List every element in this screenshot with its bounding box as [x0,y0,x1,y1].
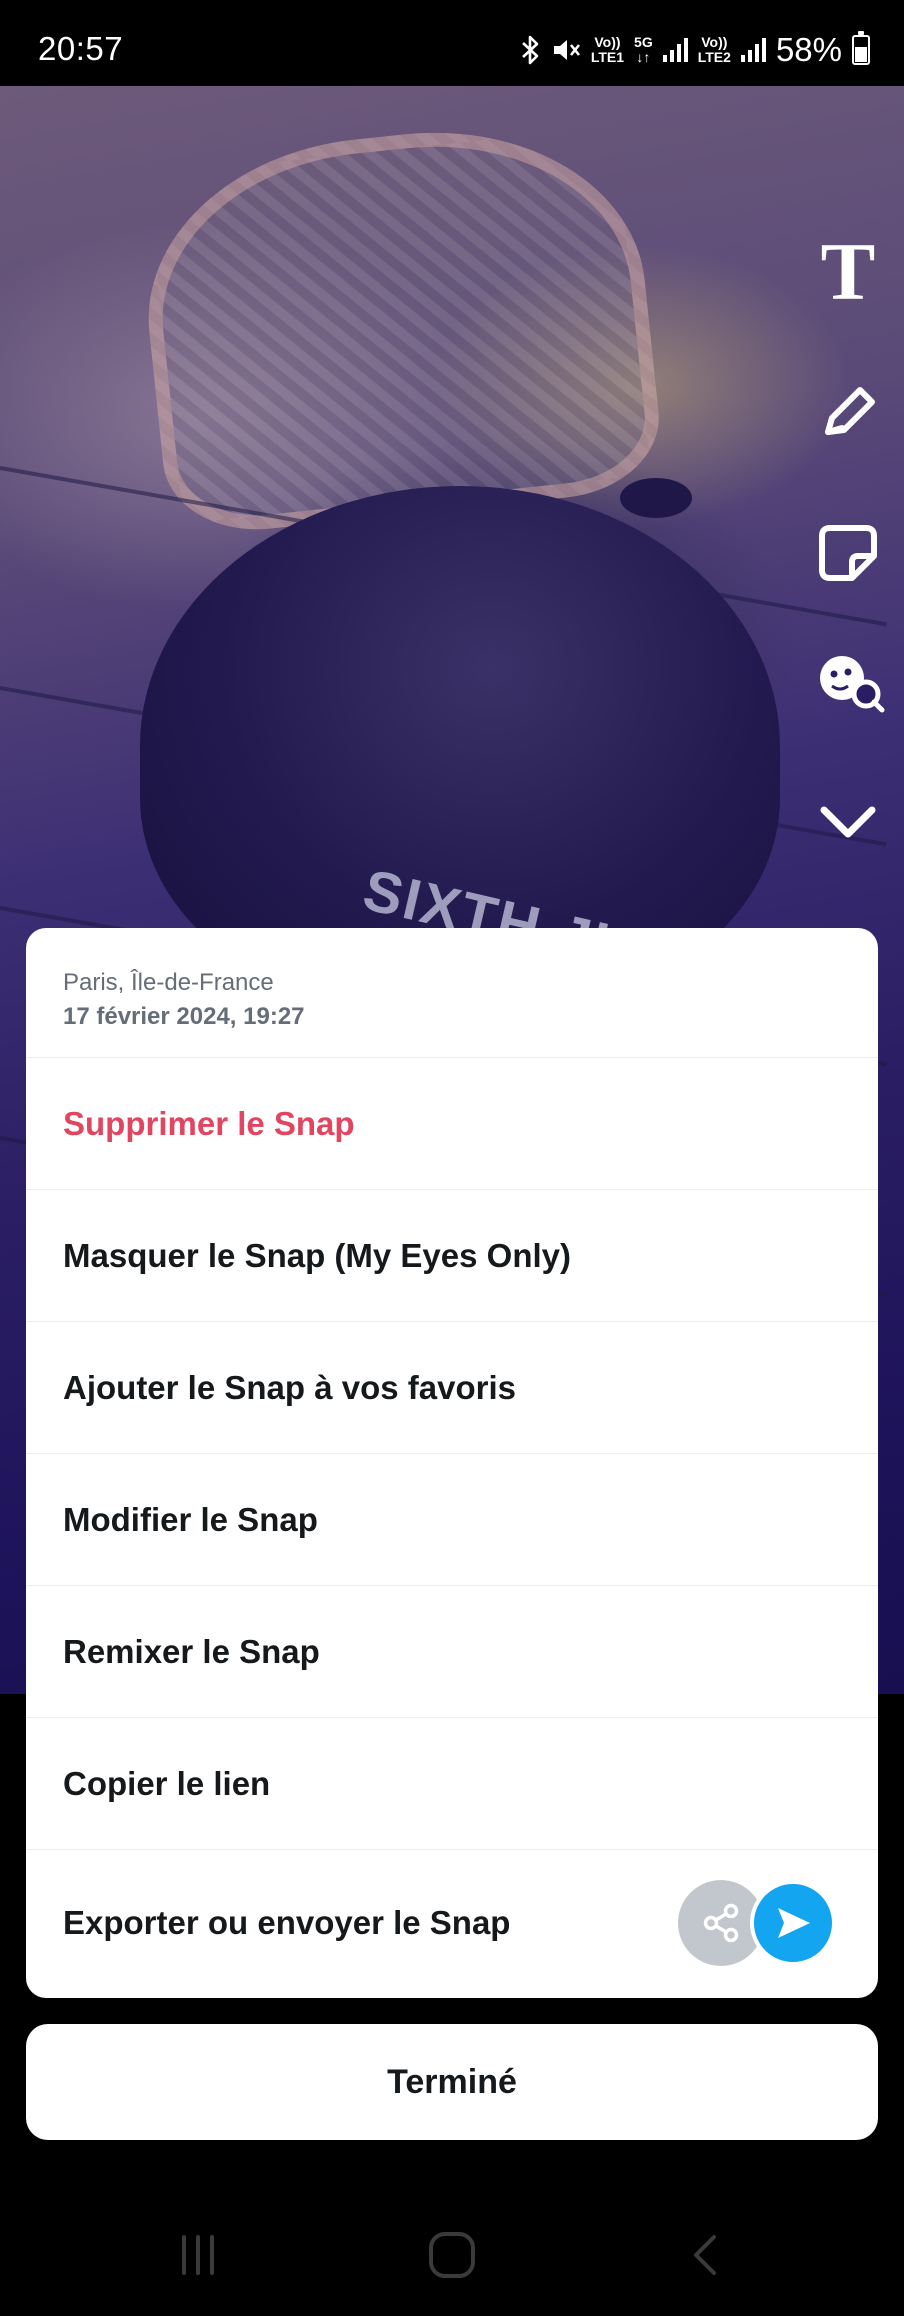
edit-snap-button[interactable]: Modifier le Snap [26,1454,878,1586]
back-icon [694,2235,716,2275]
share-icon [703,1903,739,1943]
send-arrow-icon [778,1908,810,1938]
done-button[interactable]: Terminé [26,2024,878,2140]
recent-apps-icon [182,2235,214,2275]
navigation-bar [0,2190,904,2316]
snap-action-sheet: Paris, Île-de-France 17 février 2024, 19… [26,928,878,1998]
text-tool-icon[interactable]: T [816,231,880,313]
cap-button-shape [620,478,692,518]
hide-snap-my-eyes-only-button[interactable]: Masquer le Snap (My Eyes Only) [26,1190,878,1322]
signal-1-icon [662,38,688,62]
mute-icon [553,40,580,60]
battery-fill [855,46,867,62]
signal-2-icon [740,38,766,62]
screen: 20:57 Vo)) LTE1 5G ↓↑ Vo)) LTE2 58% T Pa… [0,0,904,2316]
sticker-icon[interactable] [816,520,880,584]
chair-shape [131,111,667,539]
volte-1-indicator: Vo)) LTE1 [590,34,625,65]
snap-location: Paris, Île-de-France [63,969,274,996]
chevron-down-icon[interactable] [816,790,880,854]
battery-icon [852,31,870,65]
battery-percent: 58% [775,31,842,68]
snap-date: 17 février 2024, 19:27 [63,1003,305,1030]
bluetooth-icon [521,35,539,65]
snap-info-header: Paris, Île-de-France 17 février 2024, 19… [26,928,878,1058]
export-or-send-snap-row[interactable]: Exporter ou envoyer le Snap [26,1850,878,1996]
delete-snap-button[interactable]: Supprimer le Snap [26,1058,878,1190]
send-button[interactable] [750,1880,836,1966]
home-button[interactable] [412,2220,492,2290]
home-icon [429,2232,475,2278]
lens-icon[interactable] [816,650,886,714]
copy-link-button[interactable]: Copier le lien [26,1718,878,1850]
status-bar: 20:57 Vo)) LTE1 5G ↓↑ Vo)) LTE2 58% [0,0,904,86]
recent-apps-button[interactable] [158,2220,238,2290]
remix-snap-button[interactable]: Remixer le Snap [26,1586,878,1718]
back-button[interactable] [666,2220,746,2290]
status-time: 20:57 [38,30,124,67]
share-actions [678,1880,838,1966]
add-to-favorites-button[interactable]: Ajouter le Snap à vos favoris [26,1322,878,1454]
volte-2-indicator: Vo)) LTE2 [697,34,731,65]
5g-indicator: 5G ↓↑ [634,34,653,65]
pencil-icon[interactable] [816,380,880,444]
status-icons: Vo)) LTE1 5G ↓↑ Vo)) LTE2 58% [519,30,870,70]
export-or-send-snap-label: Exporter ou envoyer le Snap [63,1904,511,1941]
